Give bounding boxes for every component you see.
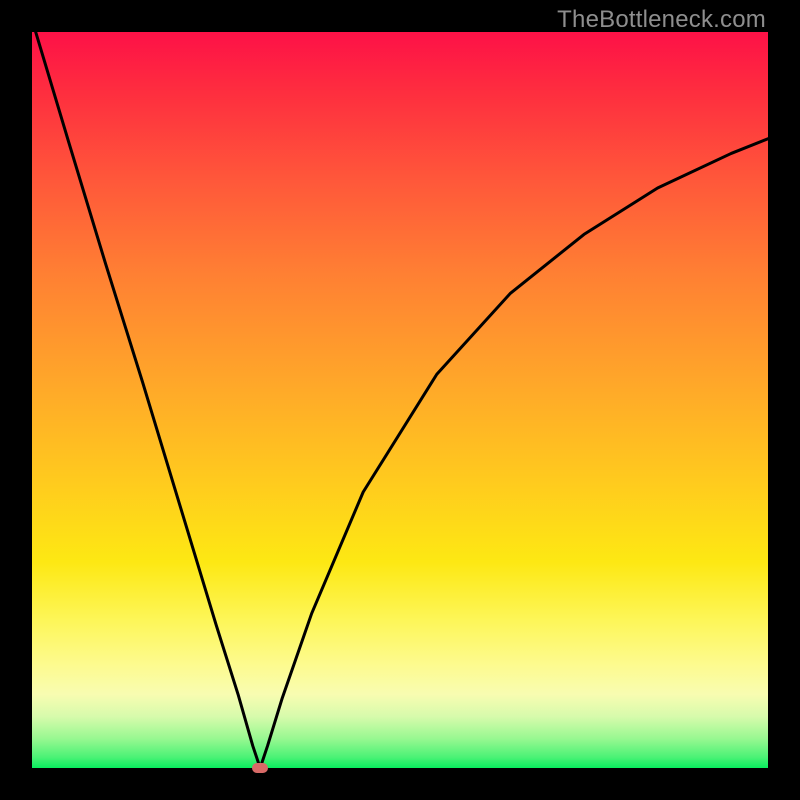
plot-area [32,32,768,768]
bottleneck-curve [32,32,768,768]
attribution-text: TheBottleneck.com [557,6,766,34]
chart-frame: TheBottleneck.com [0,0,800,800]
minimum-marker [252,763,268,773]
